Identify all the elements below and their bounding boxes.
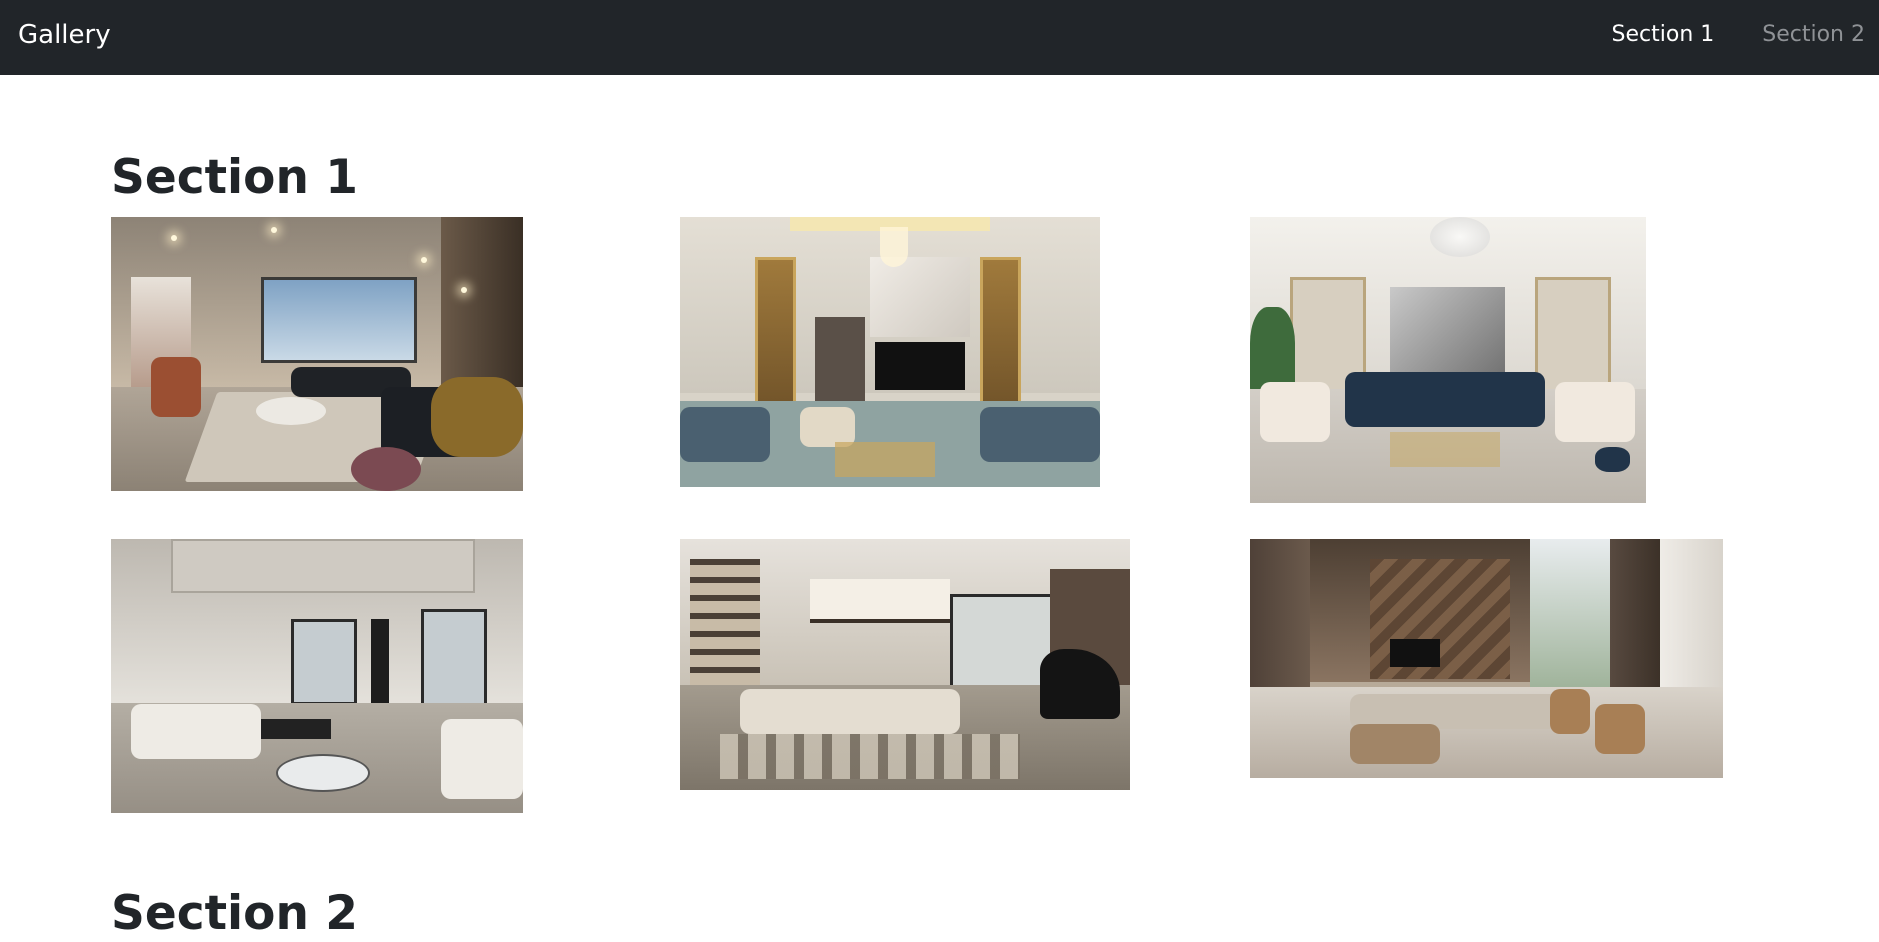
nav-link-section-1[interactable]: Section 1: [1612, 18, 1715, 52]
nav-link-section-2[interactable]: Section 2: [1762, 18, 1865, 52]
section-2-title: Section 2: [111, 886, 358, 941]
section-1-title: Section 1: [111, 150, 358, 205]
nav-links: Section 1 Section 2: [1612, 18, 1879, 52]
gallery-image-6[interactable]: [1250, 539, 1723, 778]
gallery-image-3[interactable]: [1250, 217, 1646, 503]
navbar-brand[interactable]: Gallery: [18, 18, 111, 52]
gallery-image-1[interactable]: [111, 217, 523, 491]
navbar: Gallery Section 1 Section 2: [0, 0, 1879, 75]
gallery-image-4[interactable]: [111, 539, 523, 813]
gallery-image-2[interactable]: [680, 217, 1100, 487]
gallery-image-5[interactable]: [680, 539, 1130, 790]
